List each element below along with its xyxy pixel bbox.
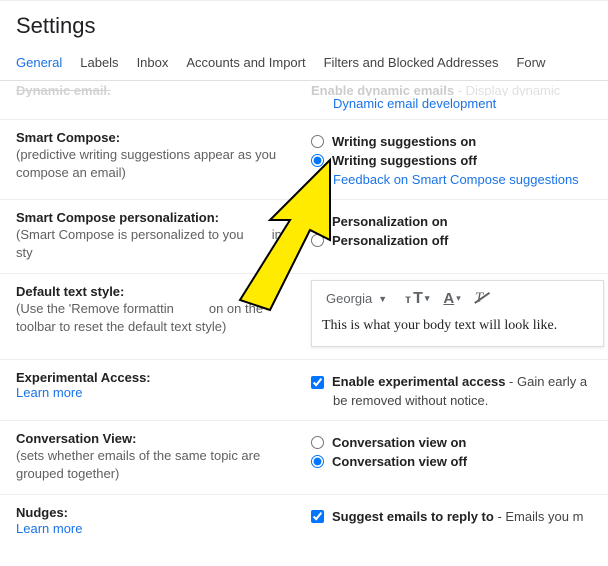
conversation-desc: (sets whether emails of the same topic a… — [16, 447, 299, 482]
personalization-section: Smart Compose personalization: (Smart Co… — [0, 200, 608, 274]
text-style-box: Georgia ▼ тT▾ A▾ T This is what your bod… — [311, 280, 604, 347]
nudges-section: Nudges: Learn more Suggest emails to rep… — [0, 495, 608, 536]
tabs-bar: General Labels Inbox Accounts and Import… — [0, 47, 608, 81]
smart-compose-desc: (predictive writing suggestions appear a… — [16, 146, 299, 181]
tab-forwarding[interactable]: Forw — [516, 55, 545, 70]
writing-suggestions-on-radio[interactable] — [311, 135, 324, 148]
conversation-title: Conversation View: — [16, 431, 299, 446]
experimental-section: Experimental Access: Learn more Enable e… — [0, 360, 608, 421]
text-size-icon[interactable]: тT▾ — [405, 290, 429, 308]
experimental-learn-more[interactable]: Learn more — [16, 385, 299, 400]
enable-dynamic-label: Enable dynamic emails — [311, 83, 454, 96]
dynamic-email-section: Dynamic email. Enable dynamic emails - D… — [0, 81, 608, 120]
personalization-desc: (Smart Compose is personalized to your w… — [16, 226, 299, 261]
experimental-title: Experimental Access: — [16, 370, 299, 385]
experimental-checkbox[interactable] — [311, 376, 324, 389]
text-style-section: Default text style: (Use the 'Remove for… — [0, 274, 608, 360]
text-style-title: Default text style: — [16, 284, 299, 299]
experimental-label: Enable experimental access — [332, 374, 505, 389]
text-style-preview: This is what your body text will look li… — [322, 318, 593, 334]
personalization-off-label: Personalization off — [332, 233, 448, 248]
text-style-desc: (Use the 'Remove formatting' button on t… — [16, 300, 299, 335]
dynamic-email-title: Dynamic email. — [16, 83, 111, 97]
text-style-toolbar: Georgia ▼ тT▾ A▾ T — [322, 289, 593, 308]
font-select[interactable]: Georgia ▼ — [322, 289, 391, 308]
settings-header: Settings — [0, 0, 608, 47]
conversation-off-radio[interactable] — [311, 455, 324, 468]
writing-suggestions-off-radio[interactable] — [311, 154, 324, 167]
dynamic-email-dev-link[interactable]: Dynamic email development — [333, 96, 604, 111]
tab-general[interactable]: General — [16, 55, 62, 70]
smart-compose-section: Smart Compose: (predictive writing sugge… — [0, 120, 608, 200]
tab-labels[interactable]: Labels — [80, 55, 118, 70]
personalization-off-radio[interactable] — [311, 234, 324, 247]
remove-formatting-icon[interactable]: T — [475, 290, 483, 307]
personalization-title: Smart Compose personalization: — [16, 210, 299, 225]
page-title: Settings — [16, 13, 592, 39]
smart-compose-title: Smart Compose: — [16, 130, 299, 145]
personalization-on-label: Personalization on — [332, 214, 448, 229]
nudges-checkbox[interactable] — [311, 510, 324, 523]
nudges-learn-more[interactable]: Learn more — [16, 521, 299, 536]
experimental-extra: be removed without notice. — [333, 393, 604, 408]
tab-filters[interactable]: Filters and Blocked Addresses — [324, 55, 499, 70]
conversation-on-radio[interactable] — [311, 436, 324, 449]
tab-inbox[interactable]: Inbox — [137, 55, 169, 70]
conversation-on-label: Conversation view on — [332, 435, 466, 450]
tab-accounts[interactable]: Accounts and Import — [186, 55, 305, 70]
nudges-label: Suggest emails to reply to — [332, 509, 494, 524]
conversation-off-label: Conversation view off — [332, 454, 467, 469]
text-color-icon[interactable]: A▾ — [443, 290, 460, 307]
smart-compose-feedback-link[interactable]: Feedback on Smart Compose suggestions — [333, 172, 604, 187]
caret-down-icon: ▼ — [378, 294, 387, 304]
writing-suggestions-on-label: Writing suggestions on — [332, 134, 476, 149]
writing-suggestions-off-label: Writing suggestions off — [332, 153, 477, 168]
conversation-section: Conversation View: (sets whether emails … — [0, 421, 608, 495]
nudges-title: Nudges: — [16, 505, 299, 520]
personalization-on-radio[interactable] — [311, 215, 324, 228]
